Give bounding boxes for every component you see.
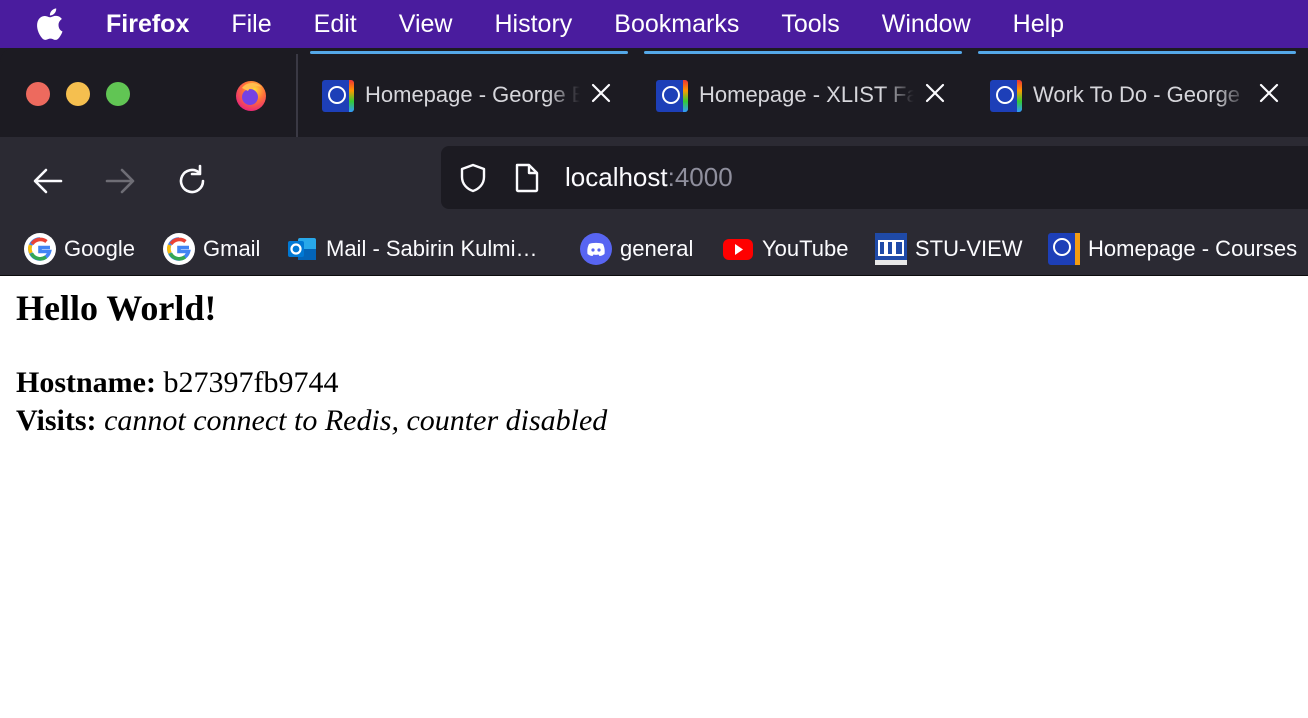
bookmark-discord-general[interactable]: general — [580, 233, 693, 265]
tab-title: Work To Do - George Brown — [1033, 82, 1248, 107]
outlook-icon — [286, 233, 318, 265]
close-tab-icon[interactable] — [590, 82, 612, 104]
menu-edit[interactable]: Edit — [314, 10, 357, 39]
apple-icon[interactable] — [34, 7, 74, 41]
address-bar[interactable]: localhost:4000 — [441, 146, 1308, 209]
bookmark-mail-outlook[interactable]: Mail - Sabirin Kulmi… — [286, 233, 538, 265]
tab-strip: Homepage - George Brown College Homepage… — [0, 48, 1308, 137]
close-window-button[interactable] — [26, 82, 50, 106]
navigation-toolbar: localhost:4000 — [0, 137, 1308, 225]
google-icon — [163, 233, 195, 265]
zoom-window-button[interactable] — [106, 82, 130, 106]
menu-view[interactable]: View — [399, 10, 453, 39]
menu-file[interactable]: File — [231, 10, 271, 39]
tab-separator — [296, 54, 298, 137]
minimize-window-button[interactable] — [66, 82, 90, 106]
bookmarks-toolbar: Google Gmail Mail - Sabirin Kulmi… gener… — [0, 225, 1308, 276]
youtube-icon — [722, 233, 754, 265]
visits-line: Visits: cannot connect to Redis, counter… — [16, 402, 607, 440]
page-content: Hello World! Hostname: b27397fb9744 Visi… — [16, 286, 607, 440]
menu-history[interactable]: History — [495, 10, 573, 39]
firefox-view-icon[interactable] — [234, 78, 268, 112]
forward-arrow-icon[interactable] — [102, 163, 138, 199]
tab-highlight — [644, 51, 962, 54]
hostname-line: Hostname: b27397fb9744 — [16, 364, 607, 402]
url-host: localhost — [565, 162, 668, 192]
bookmark-youtube[interactable]: YouTube — [722, 233, 848, 265]
bookmark-label: general — [620, 236, 694, 261]
menu-bookmarks[interactable]: Bookmarks — [614, 10, 739, 39]
menu-app-firefox[interactable]: Firefox — [106, 10, 189, 39]
url-text[interactable]: localhost:4000 — [565, 162, 733, 193]
close-tab-icon[interactable] — [1258, 82, 1280, 104]
visits-value: cannot connect to Redis, counter disable… — [104, 404, 608, 437]
tab-homepage-george[interactable]: Homepage - George Brown College — [310, 48, 628, 137]
gbc-favicon-icon — [1048, 233, 1080, 265]
bookmark-label: Google — [64, 236, 135, 261]
menu-help[interactable]: Help — [1013, 10, 1064, 39]
page-heading: Hello World! — [16, 288, 217, 328]
tab-title: Homepage - XLIST Fall — [699, 82, 914, 107]
tab-work-to-do[interactable]: Work To Do - George Brown — [978, 48, 1296, 137]
tab-highlight — [310, 51, 628, 54]
gbc-favicon-icon — [656, 80, 688, 112]
menu-window[interactable]: Window — [882, 10, 971, 39]
bookmark-gmail[interactable]: Gmail — [163, 233, 260, 265]
back-arrow-icon[interactable] — [30, 163, 66, 199]
bookmark-homepage-courses[interactable]: Homepage - Courses — [1048, 233, 1297, 265]
url-port: :4000 — [667, 162, 733, 192]
bookmark-stu-view[interactable]: STU-VIEW — [875, 233, 1023, 265]
bookmark-label: YouTube — [762, 236, 849, 261]
bookmark-label: Gmail — [203, 236, 261, 261]
visits-label: Visits: — [16, 404, 97, 437]
bookmark-google[interactable]: Google — [24, 233, 135, 265]
tab-highlight — [978, 51, 1296, 54]
hostname-label: Hostname: — [16, 366, 156, 399]
bookmark-label: Mail - Sabirin Kulmi… — [326, 236, 538, 261]
close-tab-icon[interactable] — [924, 82, 946, 104]
reload-icon[interactable] — [174, 163, 210, 199]
google-icon — [24, 233, 56, 265]
gbc-favicon-icon — [990, 80, 1022, 112]
gbc-favicon-icon — [322, 80, 354, 112]
page-info-icon[interactable] — [513, 162, 541, 194]
browser-chrome: Homepage - George Brown College Homepage… — [0, 48, 1308, 276]
hostname-value: b27397fb9744 — [163, 366, 339, 399]
gbc-icon — [875, 233, 907, 265]
menu-tools[interactable]: Tools — [781, 10, 839, 39]
bookmark-label: STU-VIEW — [915, 236, 1023, 261]
tab-title: Homepage - George Brown College — [365, 82, 580, 107]
tab-homepage-xlist[interactable]: Homepage - XLIST Fall — [644, 48, 962, 137]
tracking-protection-shield-icon[interactable] — [457, 162, 489, 194]
discord-icon — [580, 233, 612, 265]
macos-menubar: Firefox File Edit View History Bookmarks… — [0, 0, 1308, 48]
bookmark-label: Homepage - Courses — [1088, 236, 1298, 261]
